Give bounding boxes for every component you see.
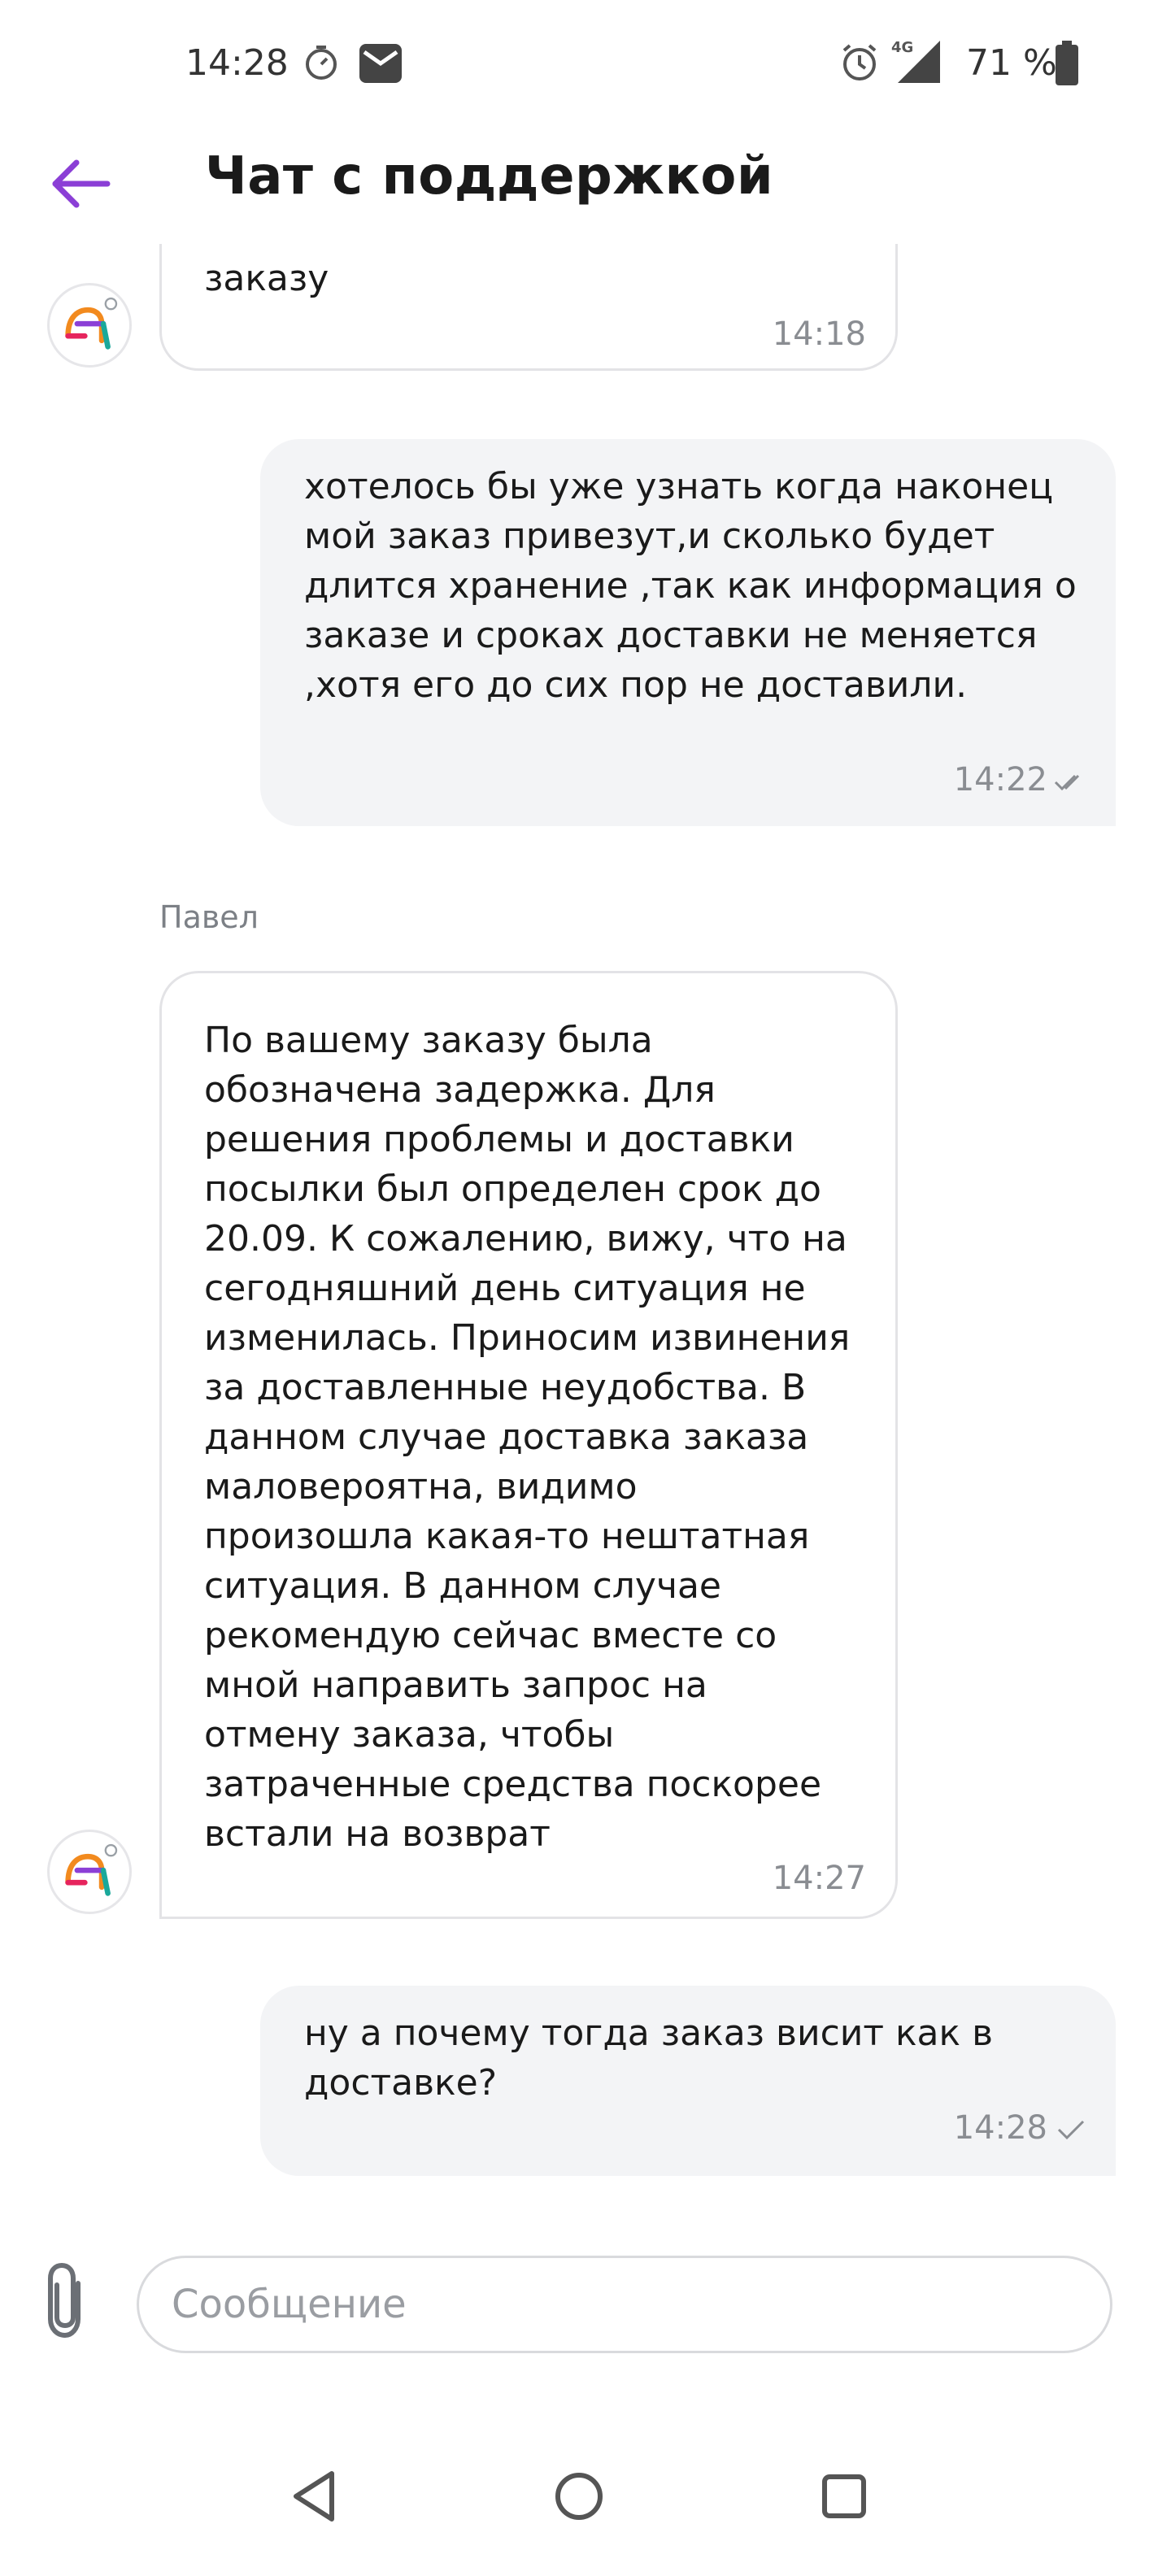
support-avatar [47, 1830, 132, 1914]
message-text: По вашему заказу была обозначена задержк… [204, 1020, 862, 1855]
brand-logo-icon [65, 297, 118, 350]
message-time: 14:28 [953, 2109, 1047, 2147]
recents-square-icon [822, 2474, 866, 2518]
message-text: ну а почему тогда заказ висит как в дост… [304, 2012, 1004, 2104]
message-text: хотелось бы уже узнать когда наконец мой… [304, 466, 1088, 706]
message-time: 14:18 [772, 315, 866, 353]
system-nav-bar [0, 2423, 1171, 2576]
sender-name: Павел [159, 899, 259, 935]
chat-header: Чат с поддержкой [0, 130, 1171, 244]
check-icon [1057, 2120, 1085, 2140]
alarm-icon [842, 44, 877, 80]
double-check-icon [1054, 774, 1080, 791]
brand-logo-icon [65, 1843, 118, 1896]
nav-home-button[interactable] [538, 2456, 620, 2537]
signal-4g-icon: 4G [891, 39, 940, 83]
mail-icon [359, 44, 402, 83]
arrow-left-icon [52, 159, 111, 208]
back-button[interactable] [49, 151, 114, 216]
home-circle-icon [555, 2473, 603, 2520]
status-time: 14:28 [185, 42, 289, 84]
message-outgoing[interactable]: хотелось бы уже узнать когда наконец мой… [260, 439, 1116, 826]
stopwatch-icon [306, 46, 337, 80]
status-bar: 14:28 4G 71 % [0, 0, 1171, 130]
nav-recents-button[interactable] [803, 2456, 885, 2537]
battery-icon [1056, 41, 1078, 85]
page-title: Чат с поддержкой [205, 146, 774, 207]
support-avatar [47, 283, 132, 368]
message-input[interactable] [137, 2256, 1112, 2353]
message-time: 14:27 [772, 1860, 866, 1897]
nav-back-button[interactable] [273, 2456, 355, 2537]
message-incoming[interactable]: заказу 14:18 [159, 244, 898, 371]
message-incoming[interactable]: По вашему заказу была обозначена задержк… [159, 971, 898, 1919]
svg-text:4G: 4G [891, 39, 913, 56]
attach-button[interactable] [39, 2261, 96, 2342]
battery-percent: 71 % [966, 42, 1057, 84]
message-list[interactable]: заказу 14:18 хотелось бы уже узнать когд… [0, 244, 1171, 2228]
message-time: 14:22 [953, 761, 1047, 798]
message-text: заказу [204, 258, 329, 299]
paperclip-icon [48, 2262, 81, 2339]
back-triangle-icon [294, 2471, 334, 2522]
message-composer [0, 2228, 1171, 2374]
message-outgoing[interactable]: ну а почему тогда заказ висит как в дост… [260, 1986, 1116, 2176]
